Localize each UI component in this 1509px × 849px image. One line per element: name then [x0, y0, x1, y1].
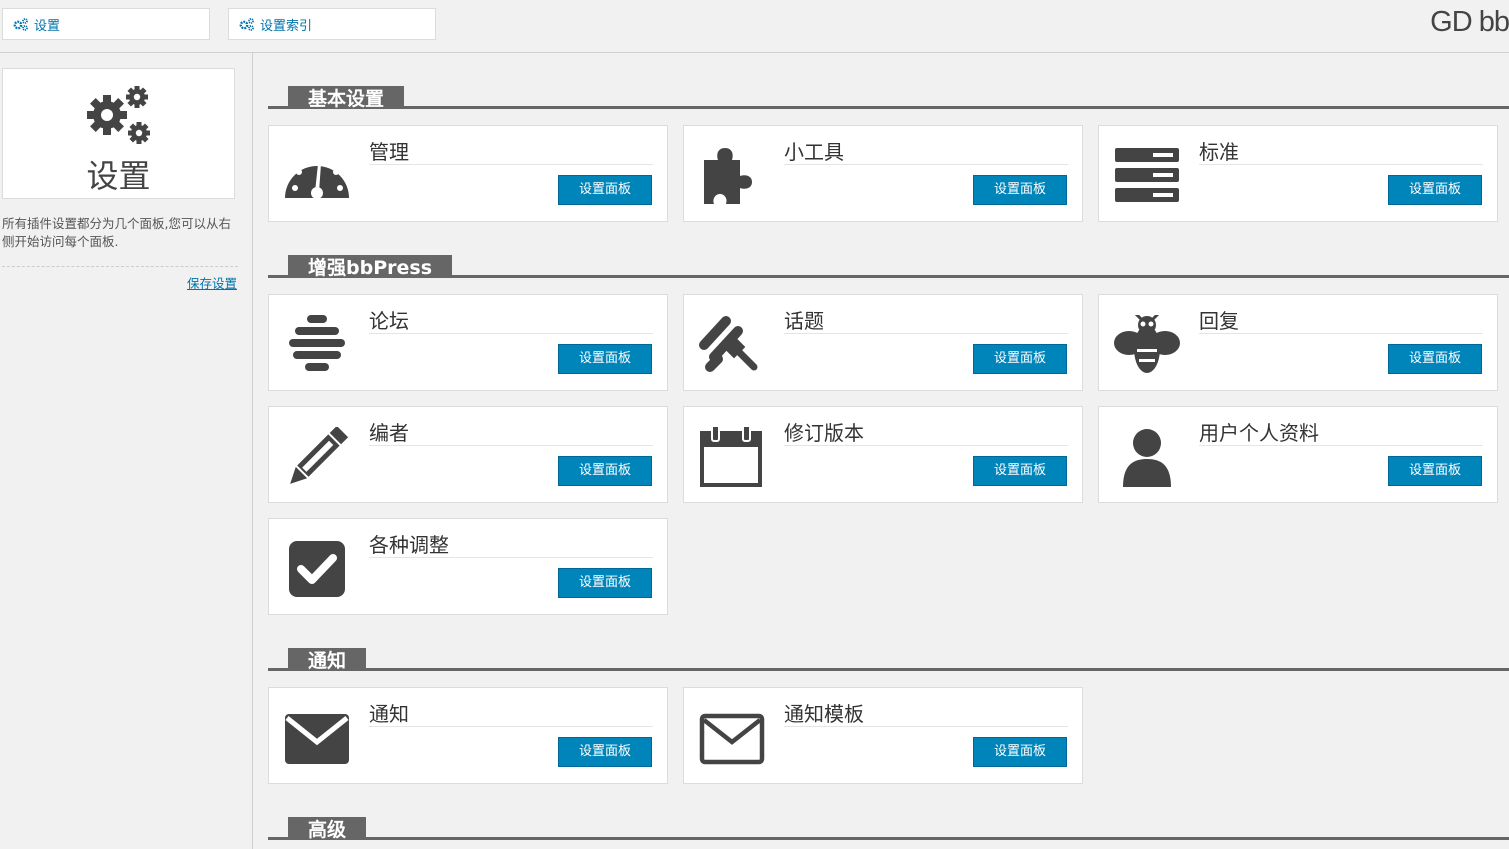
card-admin: 管理 设置面板: [268, 125, 668, 222]
card-title: 用户个人资料: [1199, 420, 1483, 446]
section-title: 高级: [288, 817, 367, 841]
settings-panel-button[interactable]: 设置面板: [1388, 175, 1482, 205]
section-header-basic: 基本设置: [268, 69, 1509, 110]
tab-settings[interactable]: 设置: [2, 8, 210, 40]
card-user-profile: 用户个人资料 设置面板: [1098, 406, 1498, 503]
card-title: 小工具: [784, 139, 1068, 165]
card-title: 标准: [1199, 139, 1483, 165]
settings-panel-box: 设置: [2, 68, 235, 199]
envelope-outline-icon: [699, 713, 765, 765]
card-widgets: 小工具 设置面板: [683, 125, 1083, 222]
section-header-notifications: 通知: [268, 631, 1509, 672]
card-title: 话题: [784, 308, 1068, 334]
envelope-solid-icon: [285, 714, 349, 764]
card-title: 回复: [1199, 308, 1483, 334]
card-title: 通知: [369, 701, 653, 727]
settings-panel-button[interactable]: 设置面板: [1388, 456, 1482, 486]
settings-panel-button[interactable]: 设置面板: [973, 344, 1067, 374]
card-tweaks: 各种调整 设置面板: [268, 518, 668, 615]
beehive-icon: [289, 315, 345, 371]
card-revisions: 修订版本 设置面板: [683, 406, 1083, 503]
sidebar-description: 所有插件设置都分为几个面板,您可以从右侧开始访问每个面板.: [2, 216, 231, 249]
tab-settings-index-label: 设置索引: [260, 18, 313, 34]
user-icon: [1123, 429, 1171, 487]
card-title: 编者: [369, 420, 653, 446]
divider: [2, 266, 238, 267]
server-stack-icon: [1115, 148, 1179, 202]
gears-icon: [13, 18, 28, 31]
puzzle-piece-icon: [704, 148, 752, 204]
card-title: 各种调整: [369, 532, 653, 558]
card-forums: 论坛 设置面板: [268, 294, 668, 391]
section-title: 基本设置: [288, 86, 405, 110]
settings-panel-button[interactable]: 设置面板: [973, 737, 1067, 767]
section-title: 增强bbPress: [288, 255, 453, 279]
section-header-advanced: 高级: [268, 800, 1509, 841]
honey-dipper-icon: [699, 316, 758, 372]
card-replies: 回复 设置面板: [1098, 294, 1498, 391]
settings-panel-button[interactable]: 设置面板: [558, 175, 652, 205]
settings-panel-button[interactable]: 设置面板: [558, 456, 652, 486]
card-notification-templates: 通知模板 设置面板: [683, 687, 1083, 784]
calendar-icon: [700, 427, 762, 487]
card-title: 通知模板: [784, 701, 1068, 727]
bee-icon: [1114, 315, 1180, 373]
sidebar-title: 设置: [86, 157, 151, 195]
plugin-brand: GD bb: [1430, 6, 1509, 38]
section-title: 通知: [288, 648, 367, 672]
card-editor: 编者 设置面板: [268, 406, 668, 503]
settings-panel-button[interactable]: 设置面板: [558, 568, 652, 598]
sidebar: 设置 所有插件设置都分为几个面板,您可以从右侧开始访问每个面板. 保存设置: [0, 53, 253, 849]
section-header-enhanced: 增强bbPress: [268, 238, 1509, 279]
card-title: 修订版本: [784, 420, 1068, 446]
gears-icon: [239, 18, 254, 31]
gears-icon: [87, 86, 150, 144]
pencil-icon: [290, 427, 349, 484]
card-notifications: 通知 设置面板: [268, 687, 668, 784]
dashboard-gauge-icon: [285, 158, 349, 199]
settings-panel-button[interactable]: 设置面板: [973, 175, 1067, 205]
save-settings-link[interactable]: 保存设置: [187, 273, 237, 292]
card-title: 管理: [369, 139, 653, 165]
top-bar: 设置 设置索引 GD bb: [0, 0, 1509, 53]
settings-panel-button[interactable]: 设置面板: [558, 737, 652, 767]
tab-settings-label: 设置: [34, 18, 61, 34]
card-standard: 标准 设置面板: [1098, 125, 1498, 222]
checkbox-checked-icon: [289, 541, 345, 597]
settings-panel-button[interactable]: 设置面板: [558, 344, 652, 374]
settings-panel-button[interactable]: 设置面板: [973, 456, 1067, 486]
card-title: 论坛: [369, 308, 653, 334]
tab-settings-index[interactable]: 设置索引: [228, 8, 436, 40]
settings-panel-button[interactable]: 设置面板: [1388, 344, 1482, 374]
card-topics: 话题 设置面板: [683, 294, 1083, 391]
